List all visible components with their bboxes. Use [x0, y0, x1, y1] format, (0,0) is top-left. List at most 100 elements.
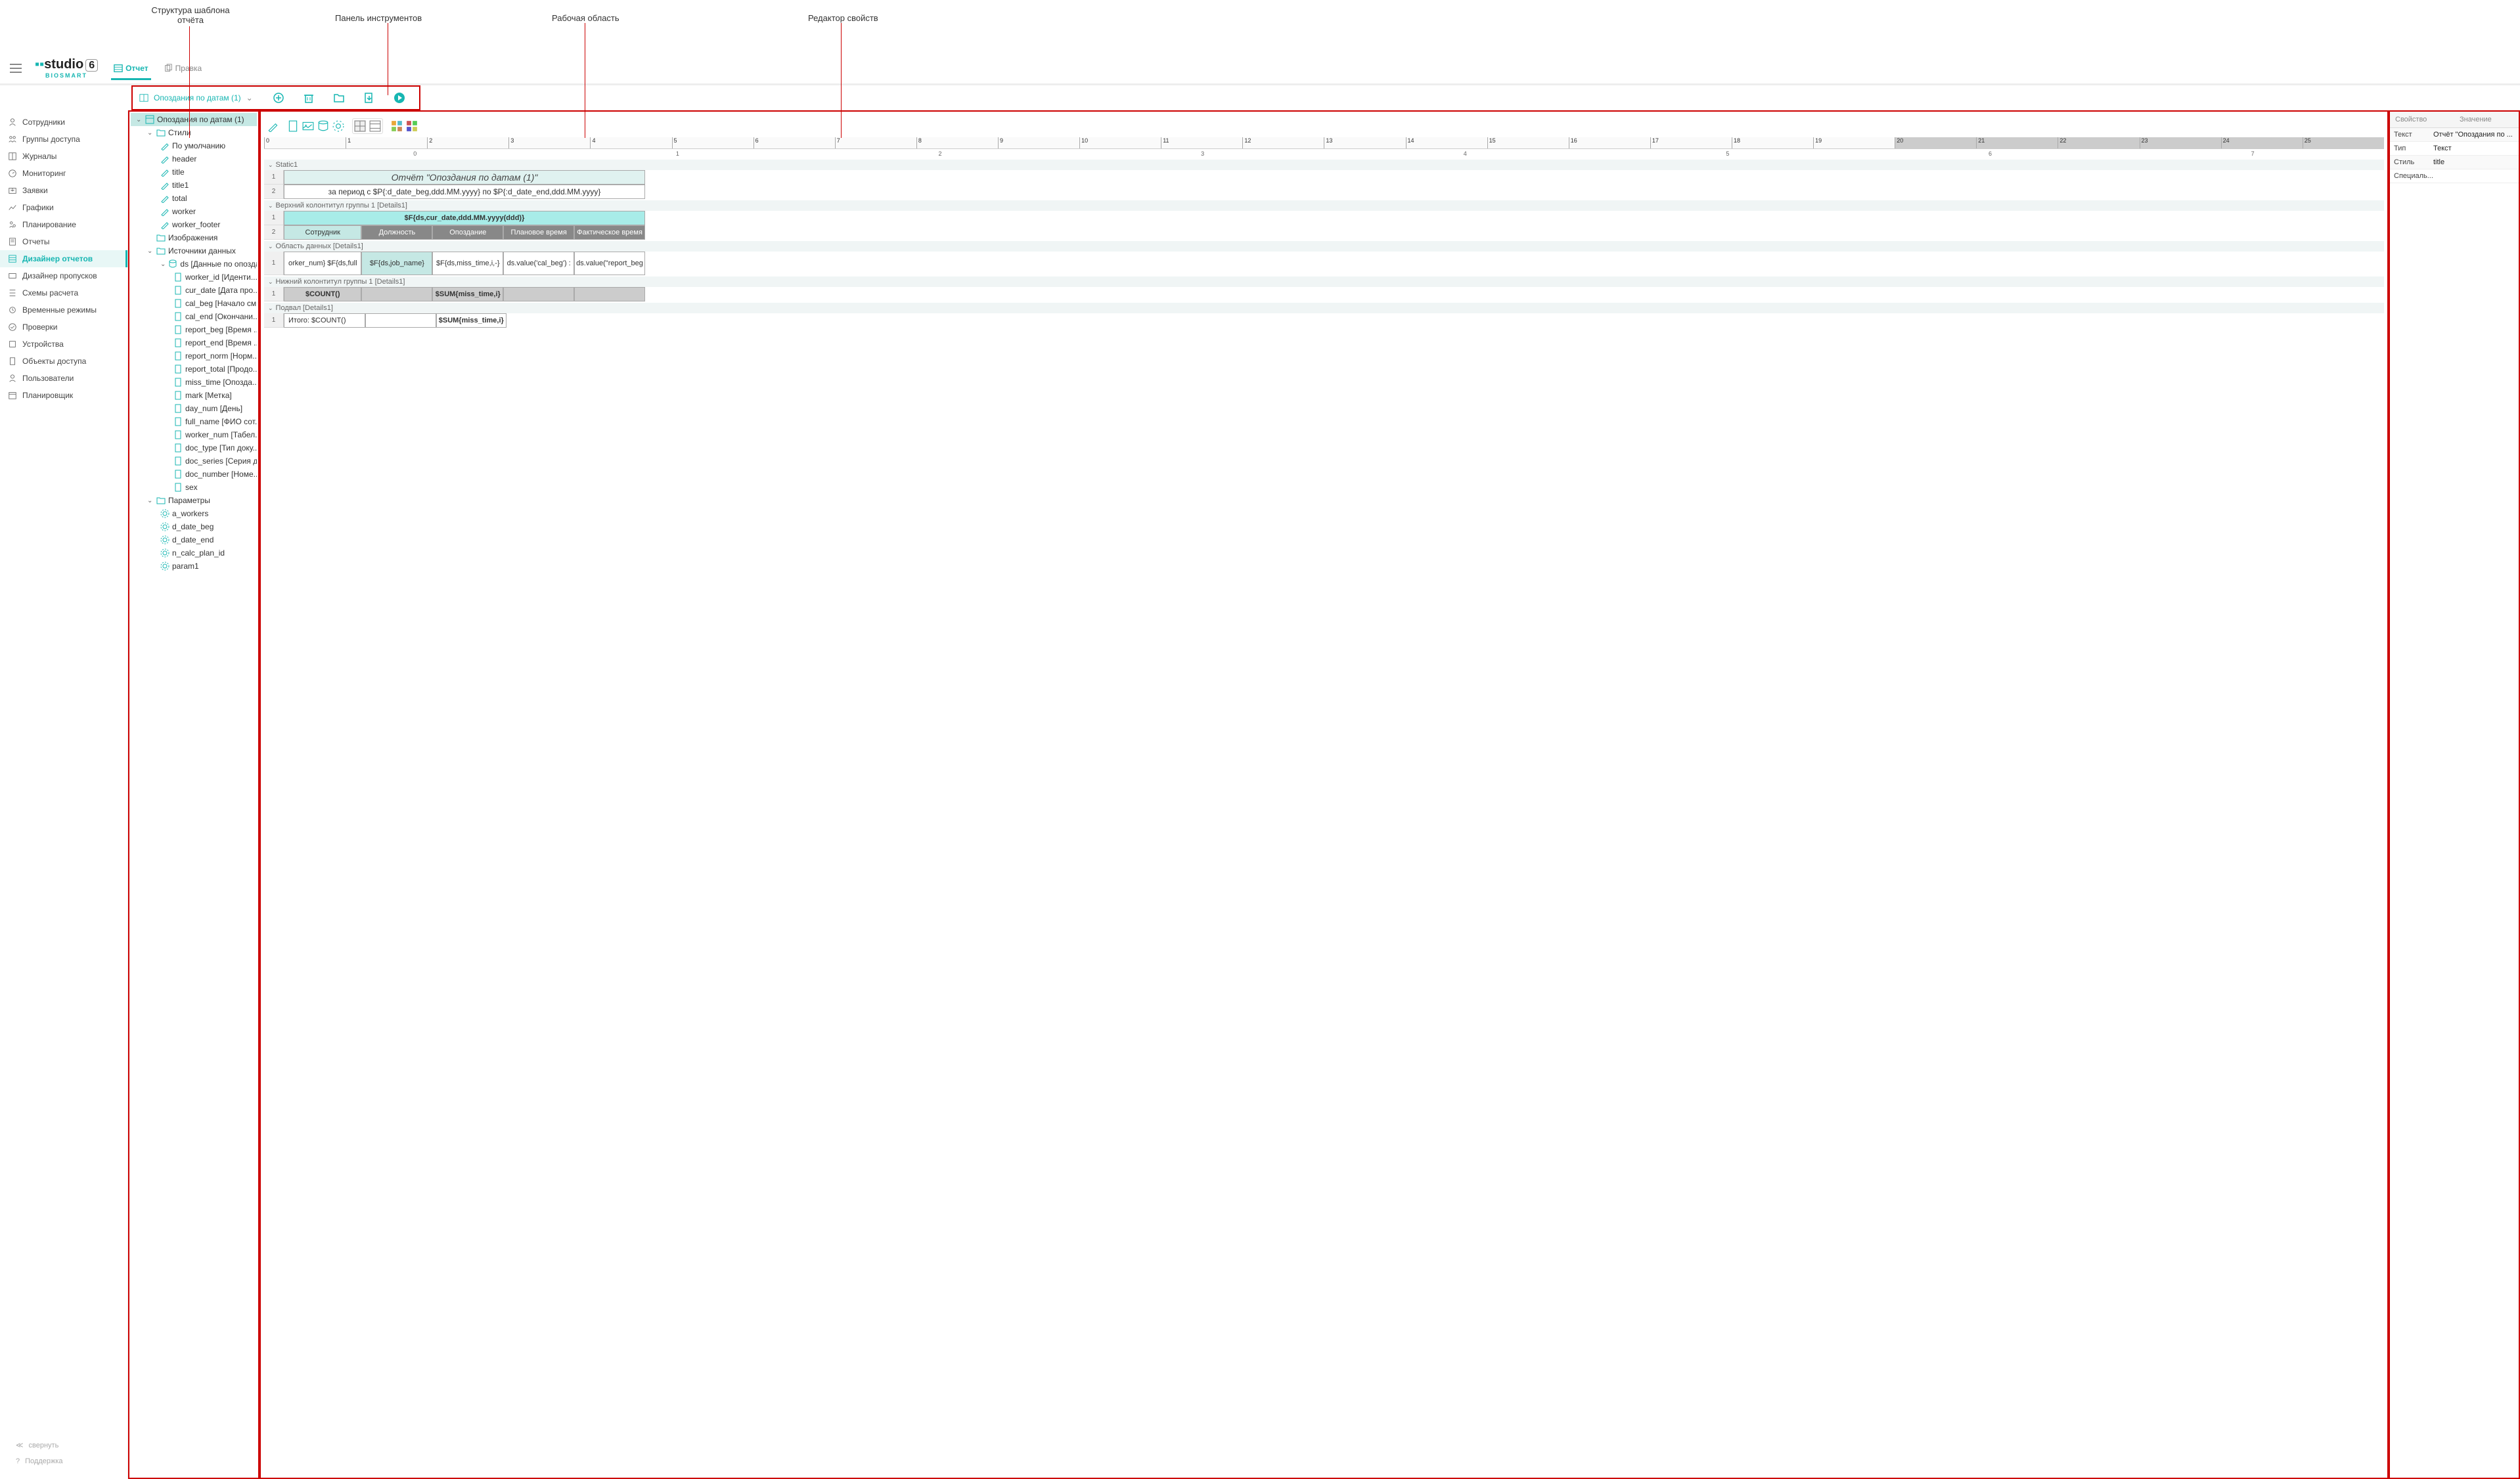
prop-row[interactable]: Специаль...: [2390, 169, 2519, 183]
footer-total-cell[interactable]: Итого: $COUNT(): [284, 313, 365, 328]
image-icon[interactable]: [302, 120, 314, 132]
sidebar-item-charts[interactable]: Графики: [0, 199, 127, 216]
col-header[interactable]: Фактическое время: [574, 225, 645, 240]
tree-style-item[interactable]: По умолчанию: [131, 139, 257, 152]
col-header[interactable]: Плановое время: [503, 225, 574, 240]
gear-icon[interactable]: [332, 120, 344, 132]
grid1-icon[interactable]: [354, 120, 366, 132]
data-cell[interactable]: ds.value("report_beg: [574, 252, 645, 275]
band-header[interactable]: ⌄Static1: [264, 160, 2384, 170]
sidebar-item-groups[interactable]: Группы доступа: [0, 131, 127, 148]
sidebar-item-reports[interactable]: Отчеты: [0, 233, 127, 250]
sidebar-item-planning[interactable]: Планирование: [0, 216, 127, 233]
tree-style-item[interactable]: total: [131, 192, 257, 205]
tree-field[interactable]: cur_date [Дата про...: [131, 284, 257, 297]
sidebar-item-employees[interactable]: Сотрудники: [0, 114, 127, 131]
col-header[interactable]: Должность: [361, 225, 432, 240]
tree-style-item[interactable]: worker_footer: [131, 218, 257, 231]
col-header[interactable]: Сотрудник: [284, 225, 361, 240]
data-cell[interactable]: ds.value('cal_beg') :: [503, 252, 574, 275]
data-cell[interactable]: orker_num} $F{ds,full: [284, 252, 361, 275]
footer-cell[interactable]: $COUNT(): [284, 287, 361, 301]
tree-params[interactable]: ⌄Параметры: [131, 494, 257, 507]
tree-param[interactable]: d_date_beg: [131, 520, 257, 533]
prop-row[interactable]: ТекстОтчёт "Опоздания по ...: [2390, 128, 2519, 142]
tree-style-item[interactable]: title1: [131, 179, 257, 192]
footer-cell[interactable]: [361, 287, 432, 301]
sidebar-item-time-modes[interactable]: Временные режимы: [0, 301, 127, 319]
footer-cell[interactable]: $SUM{miss_time,i}: [432, 287, 503, 301]
tree-field[interactable]: worker_id [Иденти...: [131, 271, 257, 284]
tree-field[interactable]: full_name [ФИО сот...: [131, 415, 257, 428]
prop-row[interactable]: ТипТекст: [2390, 142, 2519, 156]
tree-field[interactable]: report_end [Время ...: [131, 336, 257, 349]
tree-field[interactable]: report_norm [Норм...: [131, 349, 257, 363]
play-icon[interactable]: [394, 92, 405, 104]
report-title-cell[interactable]: Отчёт "Опоздания по датам (1)": [284, 170, 645, 185]
palette2-icon[interactable]: [406, 120, 418, 132]
db-icon[interactable]: [317, 120, 329, 132]
sidebar-item-access-objects[interactable]: Объекты доступа: [0, 353, 127, 370]
tab-report[interactable]: Отчет: [111, 58, 151, 80]
sidebar-item-scheduler[interactable]: Планировщик: [0, 387, 127, 404]
sidebar-item-journals[interactable]: Журналы: [0, 148, 127, 165]
tree-style-item[interactable]: title: [131, 166, 257, 179]
tree-field[interactable]: mark [Метка]: [131, 389, 257, 402]
sidebar-item-pass-designer[interactable]: Дизайнер пропусков: [0, 267, 127, 284]
folder-icon[interactable]: [333, 92, 345, 104]
sidebar-collapse[interactable]: ≪свернуть: [8, 1437, 120, 1453]
add-icon[interactable]: [273, 92, 284, 104]
page-icon[interactable]: [287, 120, 299, 132]
edit-icon[interactable]: [267, 120, 279, 132]
template-dropdown[interactable]: Опоздания по датам (1) ⌄: [139, 93, 253, 102]
tree-ds[interactable]: ⌄ds [Данные по опозда...: [131, 257, 257, 271]
col-header[interactable]: Опоздание: [432, 225, 503, 240]
tree-field[interactable]: day_num [День]: [131, 402, 257, 415]
band-header[interactable]: ⌄Область данных [Details1]: [264, 241, 2384, 252]
band-header[interactable]: ⌄Нижний колонтитул группы 1 [Details1]: [264, 276, 2384, 287]
tab-edit[interactable]: Правка: [161, 58, 205, 78]
tree-root[interactable]: ⌄Опоздания по датам (1): [131, 113, 257, 126]
delete-icon[interactable]: [303, 92, 315, 104]
sidebar-item-monitoring[interactable]: Мониторинг: [0, 165, 127, 182]
tree-datasources[interactable]: ⌄Источники данных: [131, 244, 257, 257]
tree-field[interactable]: miss_time [Опозда...: [131, 376, 257, 389]
tree-param[interactable]: param1: [131, 560, 257, 573]
report-subtitle-cell[interactable]: за период с $P{:d_date_beg,ddd.MM.yyyy} …: [284, 185, 645, 199]
sidebar-item-calc-schemes[interactable]: Схемы расчета: [0, 284, 127, 301]
menu-icon[interactable]: [10, 64, 22, 73]
tree-styles[interactable]: ⌄Стили: [131, 126, 257, 139]
tree-field[interactable]: sex: [131, 481, 257, 494]
tree-field[interactable]: report_total [Продо...: [131, 363, 257, 376]
band-header[interactable]: ⌄Верхний колонтитул группы 1 [Details1]: [264, 200, 2384, 211]
date-header-cell[interactable]: $F{ds,cur_date,ddd.MM.yyyy(ddd)}: [284, 211, 645, 225]
data-cell[interactable]: $F{ds,miss_time,i,-}: [432, 252, 503, 275]
tree-field[interactable]: doc_type [Тип доку...: [131, 441, 257, 454]
export-icon[interactable]: [363, 92, 375, 104]
tree-field[interactable]: cal_beg [Начало см...: [131, 297, 257, 310]
tree-param[interactable]: a_workers: [131, 507, 257, 520]
sidebar-item-requests[interactable]: Заявки: [0, 182, 127, 199]
tree-images[interactable]: Изображения: [131, 231, 257, 244]
sidebar-support[interactable]: ?Поддержка: [8, 1453, 120, 1469]
footer-cell[interactable]: [365, 313, 436, 328]
tree-style-item[interactable]: header: [131, 152, 257, 166]
grid2-icon[interactable]: [369, 120, 381, 132]
band-header[interactable]: ⌄Подвал [Details1]: [264, 303, 2384, 313]
sidebar-item-checks[interactable]: Проверки: [0, 319, 127, 336]
data-cell[interactable]: $F{ds,job_name}: [361, 252, 432, 275]
palette1-icon[interactable]: [391, 120, 403, 132]
sidebar-item-devices[interactable]: Устройства: [0, 336, 127, 353]
footer-sum-cell[interactable]: $SUM{miss_time,i}: [436, 313, 506, 328]
sidebar-item-report-designer[interactable]: Дизайнер отчетов: [0, 250, 127, 267]
tree-param[interactable]: d_date_end: [131, 533, 257, 546]
tree-field[interactable]: cal_end [Окончани...: [131, 310, 257, 323]
tree-field[interactable]: doc_number [Номе...: [131, 468, 257, 481]
prop-row[interactable]: Стильtitle: [2390, 156, 2519, 169]
tree-field[interactable]: doc_series [Серия д...: [131, 454, 257, 468]
tree-style-item[interactable]: worker: [131, 205, 257, 218]
workspace[interactable]: 0123456789101112131415161718192021222324…: [259, 110, 2389, 1479]
tree-field[interactable]: report_beg [Время ...: [131, 323, 257, 336]
tree-param[interactable]: n_calc_plan_id: [131, 546, 257, 560]
footer-cell[interactable]: [574, 287, 645, 301]
